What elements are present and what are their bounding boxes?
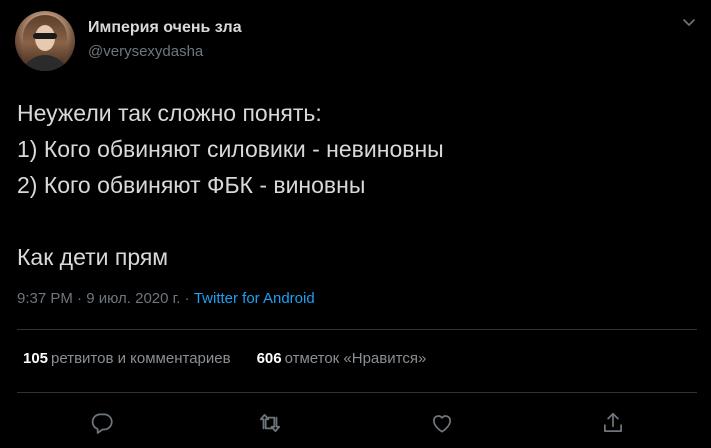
- meta-separator: ·: [180, 290, 194, 307]
- tweet-source-link[interactable]: Twitter for Android: [194, 290, 315, 307]
- retweets-label: ретвитов и комментариев: [51, 350, 231, 367]
- likes-count: 606: [256, 350, 282, 367]
- retweets-stat[interactable]: 105 ретвитов и комментариев: [23, 350, 231, 367]
- author-display-name[interactable]: Империя очень зла: [88, 19, 242, 37]
- tweet-date[interactable]: 9 июл. 2020 г.: [86, 290, 180, 307]
- meta-separator: ·: [72, 290, 87, 307]
- tweet-time[interactable]: 9:37 PM: [17, 290, 73, 307]
- tweet-text: Неужели так сложно понять: 1) Кого обвин…: [17, 100, 444, 270]
- avatar-glasses: [33, 33, 57, 39]
- retweet-icon[interactable]: [257, 410, 283, 436]
- divider-top: [17, 329, 697, 330]
- likes-stat[interactable]: 606 отметок «Нравится»: [257, 350, 427, 367]
- author-handle[interactable]: @verysexydasha: [88, 43, 203, 60]
- chevron-down-icon[interactable]: [680, 14, 698, 32]
- tweet-meta: 9:37 PM · 9 июл. 2020 г. · Twitter for A…: [17, 290, 315, 307]
- divider-bottom: [17, 392, 697, 393]
- tweet-stats: 105 ретвитов и комментариев 606 отметок «Нр…: [23, 350, 426, 367]
- likes-label: отметок «Нравится»: [284, 350, 427, 367]
- heart-icon[interactable]: [429, 410, 455, 436]
- reply-icon[interactable]: [89, 410, 115, 436]
- retweets-count: 105: [23, 350, 49, 367]
- share-icon[interactable]: [600, 410, 626, 436]
- avatar[interactable]: [15, 11, 75, 71]
- action-bar: [0, 410, 711, 438]
